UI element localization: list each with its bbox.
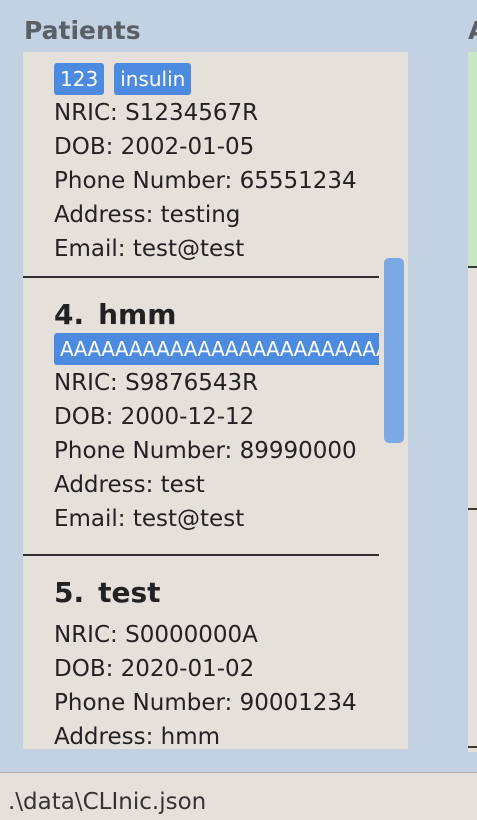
patient-email: Email: test@test (54, 236, 245, 262)
patients-panel-title: Patients (24, 16, 141, 45)
right-panel-highlight (468, 52, 477, 268)
patient-card[interactable]: 123 insulin NRIC: S1234567R DOB: 2002-01… (23, 62, 379, 278)
patient-list[interactable]: 123 insulin NRIC: S1234567R DOB: 2002-01… (23, 52, 379, 749)
patient-list-panel[interactable]: 123 insulin NRIC: S1234567R DOB: 2002-01… (23, 52, 408, 749)
tag-list: 123 insulin (54, 62, 379, 96)
tag: AAAAAAAAAAAAAAAAAAAAAAAA (54, 333, 379, 365)
patient-nric: NRIC: S1234567R (54, 100, 259, 126)
patient-phone: Phone Number: 90001234 (54, 690, 357, 716)
patient-name-text: test (98, 576, 161, 609)
patient-address: Address: hmm (54, 724, 221, 749)
patient-nric: NRIC: S9876543R (54, 370, 259, 396)
tag-list: AAAAAAAAAAAAAAAAAAAAAAAA (54, 332, 379, 366)
patient-dob: DOB: 2002-01-05 (54, 134, 255, 160)
patient-card[interactable]: 5. test NRIC: S0000000A DOB: 2020-01-02 P… (23, 556, 379, 749)
right-panel-divider (468, 266, 477, 268)
patient-phone: Phone Number: 65551234 (54, 168, 357, 194)
tag: 123 (54, 63, 105, 95)
right-panel-divider (468, 746, 477, 748)
patient-index: 4. (54, 298, 85, 331)
patient-email: Email: test@test (54, 506, 245, 532)
patient-card[interactable]: 4. hmm AAAAAAAAAAAAAAAAAAAAAAAA NRIC: S98… (23, 278, 379, 556)
patient-index: 5. (54, 576, 85, 609)
list-scrollbar-thumb[interactable] (384, 258, 404, 443)
save-location: .\data\CLInic.json (8, 789, 207, 815)
patient-dob: DOB: 2000-12-12 (54, 404, 255, 430)
patient-address: Address: testing (54, 202, 241, 228)
right-panel (468, 52, 477, 752)
patient-dob: DOB: 2020-01-02 (54, 656, 255, 682)
right-panel-title: A (468, 14, 477, 48)
patient-nric: NRIC: S0000000A (54, 622, 258, 648)
patient-address: Address: test (54, 472, 205, 498)
patient-phone: Phone Number: 89990000 (54, 438, 357, 464)
patient-name: 5. test (54, 576, 379, 610)
right-panel-divider (468, 508, 477, 510)
patient-name: 4. hmm (54, 298, 379, 332)
patient-name-text: hmm (98, 298, 177, 331)
app-window: Patients A 123 insulin NRIC: S1234567R D… (0, 0, 477, 820)
status-bar: .\data\CLInic.json (0, 772, 477, 820)
tag: insulin (114, 63, 192, 95)
